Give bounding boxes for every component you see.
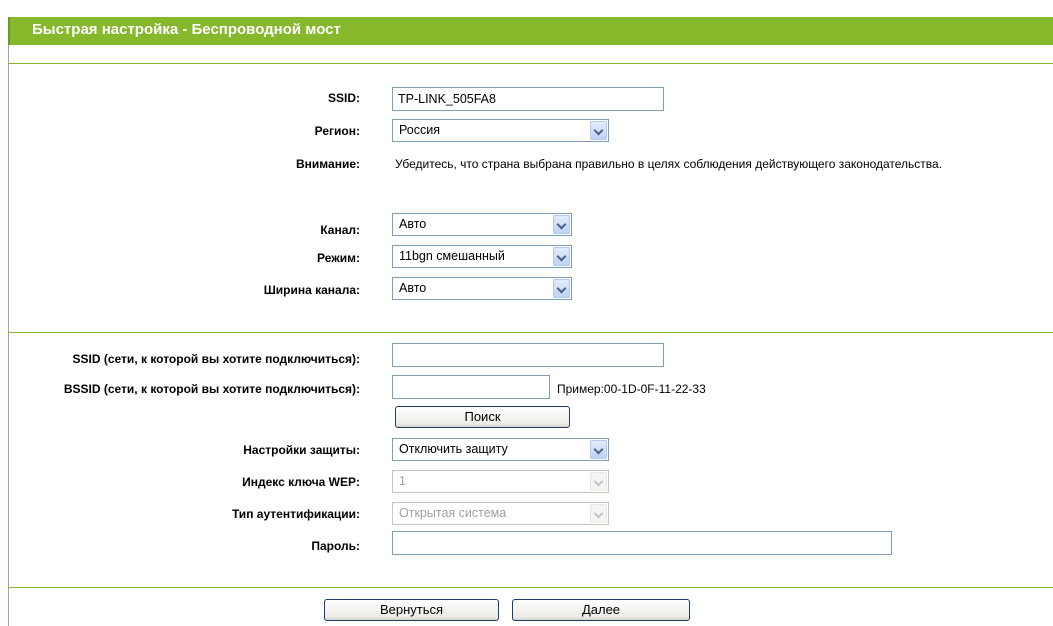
wep-index-select[interactable]: 1 (392, 470, 609, 493)
security-select-value: Отключить защиту (399, 442, 508, 456)
remote-ssid-label: SSID (сети, к которой вы хотите подключи… (72, 352, 360, 366)
divider-middle (8, 332, 1053, 333)
channel-select-value: Авто (399, 217, 427, 231)
search-button[interactable]: Поиск (395, 406, 570, 428)
bssid-example-text: Пример:00-1D-0F-11-22-33 (557, 382, 706, 396)
auth-type-select[interactable]: Открытая система (392, 502, 609, 525)
auth-type-label: Тип аутентификации: (231, 507, 360, 521)
channel-label: Канал: (320, 223, 360, 237)
remote-ssid-input[interactable] (392, 343, 664, 367)
channel-width-label: Ширина канала: (263, 283, 360, 297)
remote-bssid-input[interactable] (392, 375, 550, 399)
auth-type-select-value: Открытая система (399, 506, 507, 520)
wep-index-select-value: 1 (399, 474, 406, 488)
mode-label: Режим: (317, 251, 360, 265)
security-select[interactable]: Отключить защиту (392, 438, 609, 461)
chevron-down-icon[interactable] (590, 504, 607, 523)
chevron-down-icon[interactable] (590, 472, 607, 491)
region-label: Регион: (314, 124, 360, 138)
chevron-down-icon[interactable] (553, 247, 570, 266)
mode-select[interactable]: 11bgn смешанный (392, 245, 572, 268)
chevron-down-icon[interactable] (553, 215, 570, 234)
region-select-value: Россия (399, 123, 440, 137)
divider-top (8, 63, 1053, 64)
password-input[interactable] (392, 531, 892, 555)
ssid-label: SSID: (327, 91, 360, 105)
page-title: Быстрая настройка - Беспроводной мост (32, 21, 341, 38)
chevron-down-icon[interactable] (590, 121, 607, 140)
security-label: Настройки защиты: (243, 443, 360, 457)
mode-select-value: 11bgn смешанный (399, 249, 505, 263)
frame-left-border (8, 17, 9, 626)
channel-select[interactable]: Авто (392, 213, 572, 236)
channel-width-select[interactable]: Авто (392, 277, 572, 300)
ssid-input[interactable]: TP-LINK_505FA8 (392, 87, 664, 111)
title-bar: Быстрая настройка - Беспроводной мост (8, 17, 1053, 45)
warning-label: Внимание: (296, 157, 360, 171)
region-select[interactable]: Россия (392, 119, 609, 142)
remote-bssid-label: BSSID (сети, к которой вы хотите подключ… (63, 382, 360, 396)
warning-text: Убедитесь, что страна выбрана правильно … (395, 157, 943, 171)
chevron-down-icon[interactable] (553, 279, 570, 298)
chevron-down-icon[interactable] (590, 440, 607, 459)
divider-bottom (8, 587, 1053, 588)
next-button[interactable]: Далее (512, 599, 690, 621)
back-button[interactable]: Вернуться (324, 599, 499, 621)
wep-index-label: Индекс ключа WEP: (242, 475, 360, 489)
password-label: Пароль: (311, 539, 360, 553)
channel-width-select-value: Авто (399, 281, 427, 295)
